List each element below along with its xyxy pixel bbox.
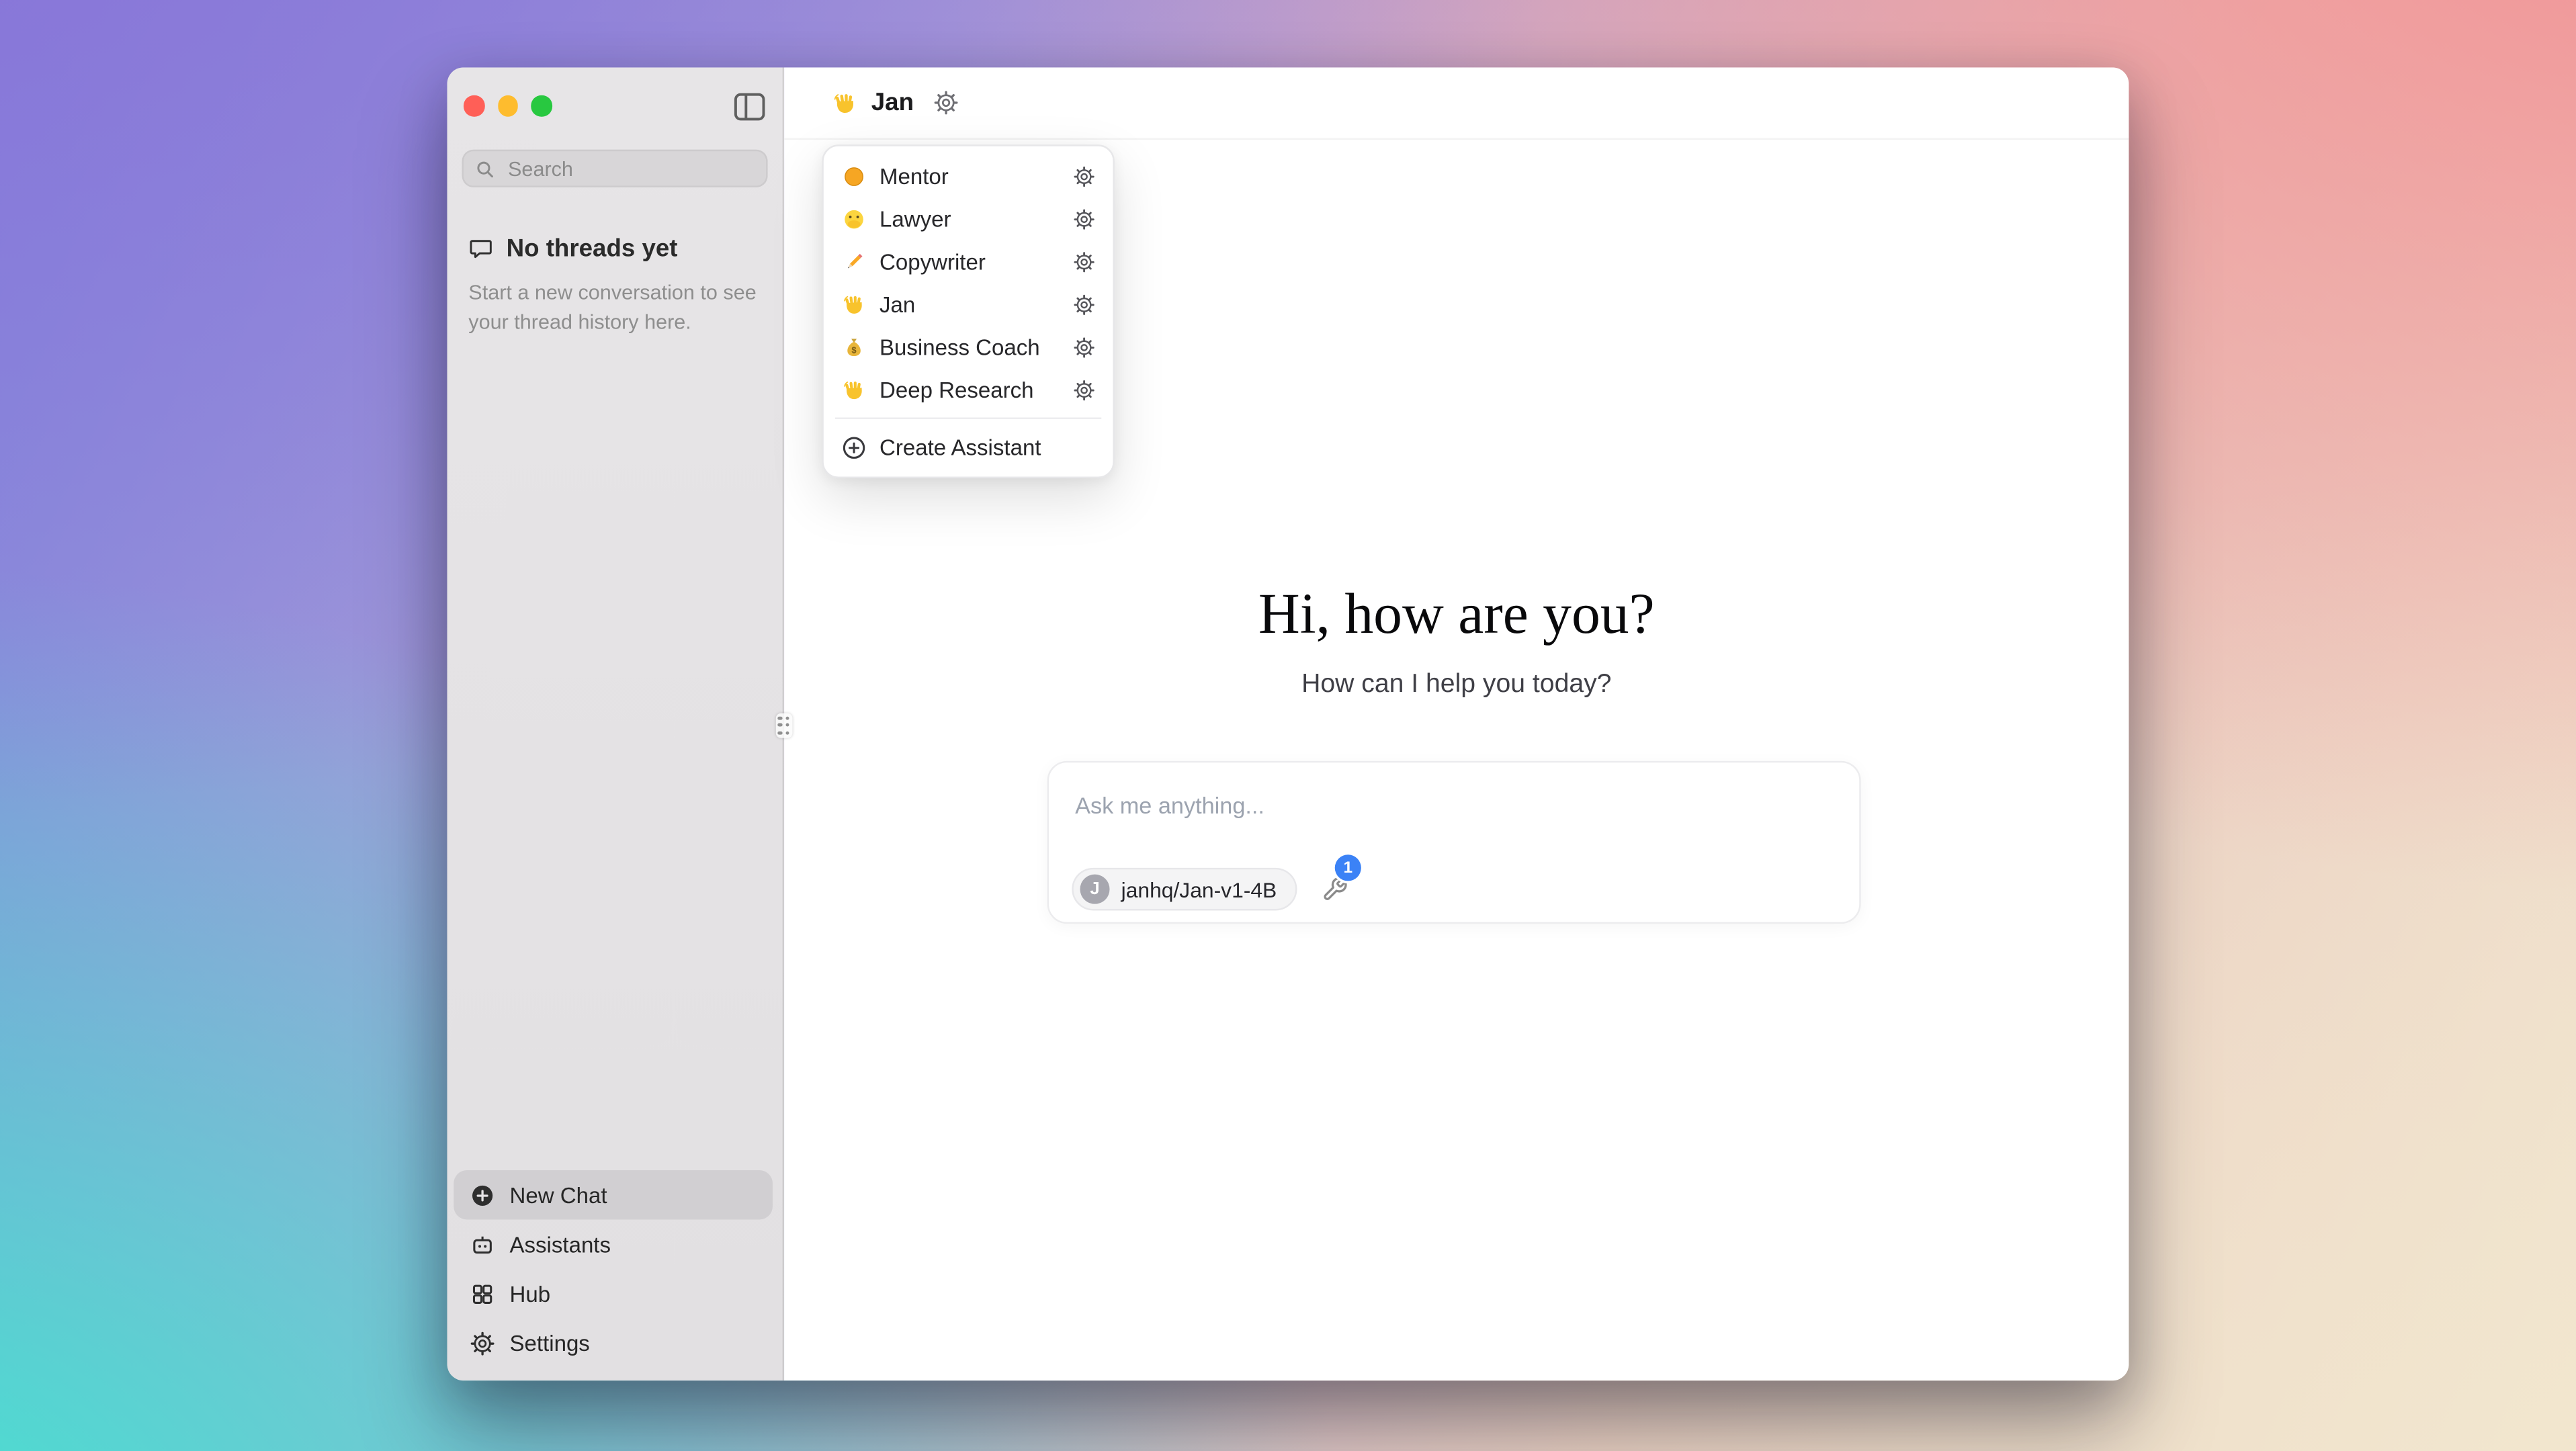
model-avatar: J [1080,875,1109,904]
threads-empty-state: No threads yet Start a new conversation … [462,235,768,337]
sidebar-bottom-nav: New Chat Assistants Hub Settings [454,1170,773,1368]
sidebar-item-new-chat[interactable]: New Chat [454,1170,773,1219]
wave-hand-emoji-icon [842,378,867,402]
assistant-item-mentor[interactable]: Mentor [832,155,1105,197]
sidebar-toggle-button[interactable] [733,92,766,122]
greeting-title: Hi, how are you? [784,582,2129,648]
robot-icon [470,1232,495,1257]
assistant-label: Deep Research [879,378,1060,402]
assistant-gear-icon[interactable] [1074,294,1095,315]
assistant-label: Business Coach [879,335,1060,359]
nav-label-assistants: Assistants [509,1232,611,1257]
face-hand-over-mouth-emoji-icon [842,206,867,231]
sidebar-resize-handle[interactable] [776,713,792,738]
sidebar-item-assistants[interactable]: Assistants [454,1219,773,1268]
nav-label-new-chat: New Chat [509,1182,607,1207]
assistant-item-jan[interactable]: Jan [832,283,1105,326]
assistant-item-business-coach[interactable]: Business Coach [832,325,1105,368]
sidebar: No threads yet Start a new conversation … [447,67,785,1380]
assistant-item-copywriter[interactable]: Copywriter [832,240,1105,283]
assistant-title[interactable]: Jan [871,89,914,117]
assistant-label: Lawyer [879,206,1060,231]
assistant-gear-icon[interactable] [1074,379,1095,400]
jan-app-window: No threads yet Start a new conversation … [447,67,2129,1380]
greeting-block: Hi, how are you? How can I help you toda… [784,582,2129,703]
gear-icon [470,1331,495,1356]
assistant-gear-icon[interactable] [1074,336,1095,357]
wave-hand-icon [832,89,858,116]
empty-state-title-row: No threads yet [462,235,768,263]
pencil-emoji-icon [842,249,867,274]
panel-left-icon [733,92,766,122]
greeting-subtitle: How can I help you today? [784,667,2129,703]
chat-bubble-icon [468,236,493,261]
orange-circle-emoji-icon [842,163,867,188]
search-input[interactable] [505,155,755,181]
menu-divider [835,417,1101,419]
traffic-lights [464,95,552,116]
create-assistant-label: Create Assistant [879,435,1095,459]
main-panel: Jan Mentor Lawyer C [784,67,2129,1380]
search-box[interactable] [462,150,768,187]
assistant-label: Mentor [879,163,1060,188]
blocks-icon [470,1281,495,1306]
nav-label-settings: Settings [509,1331,589,1356]
gear-icon [933,91,958,116]
message-input[interactable] [1072,791,1793,820]
model-name: janhq/Jan-v1-4B [1121,877,1277,902]
plus-circle-icon [470,1182,495,1207]
thread-header: Jan [784,67,2129,140]
minimize-button[interactable] [497,95,518,116]
create-assistant-button[interactable]: Create Assistant [832,426,1105,469]
empty-state-description: Start a new conversation to see your thr… [462,277,768,337]
plus-circle-icon [842,435,867,459]
zoom-button[interactable] [531,95,552,116]
assistant-item-lawyer[interactable]: Lawyer [832,197,1105,240]
sidebar-item-hub[interactable]: Hub [454,1269,773,1318]
wave-hand-emoji-icon [842,292,867,316]
assistant-item-deep-research[interactable]: Deep Research [832,368,1105,411]
model-selector[interactable]: J janhq/Jan-v1-4B [1072,868,1296,911]
assistant-gear-icon[interactable] [1074,208,1095,230]
assistant-settings-button[interactable] [933,91,958,116]
search-icon [475,159,495,178]
money-bag-emoji-icon [842,335,867,359]
assistant-label: Copywriter [879,249,1060,274]
assistant-gear-icon[interactable] [1074,165,1095,187]
sidebar-item-settings[interactable]: Settings [454,1318,773,1367]
nav-label-hub: Hub [509,1281,550,1306]
empty-state-title: No threads yet [507,235,678,263]
composer-card: J janhq/Jan-v1-4B 1 [1047,761,1861,924]
assistant-gear-icon[interactable] [1074,251,1095,272]
assistant-label: Jan [879,292,1060,316]
desktop-background: No threads yet Start a new conversation … [0,0,2576,1451]
close-button[interactable] [464,95,484,116]
tools-count-badge: 1 [1335,854,1361,881]
assistant-dropdown-menu: Mentor Lawyer Copywriter Jan [822,144,1115,478]
